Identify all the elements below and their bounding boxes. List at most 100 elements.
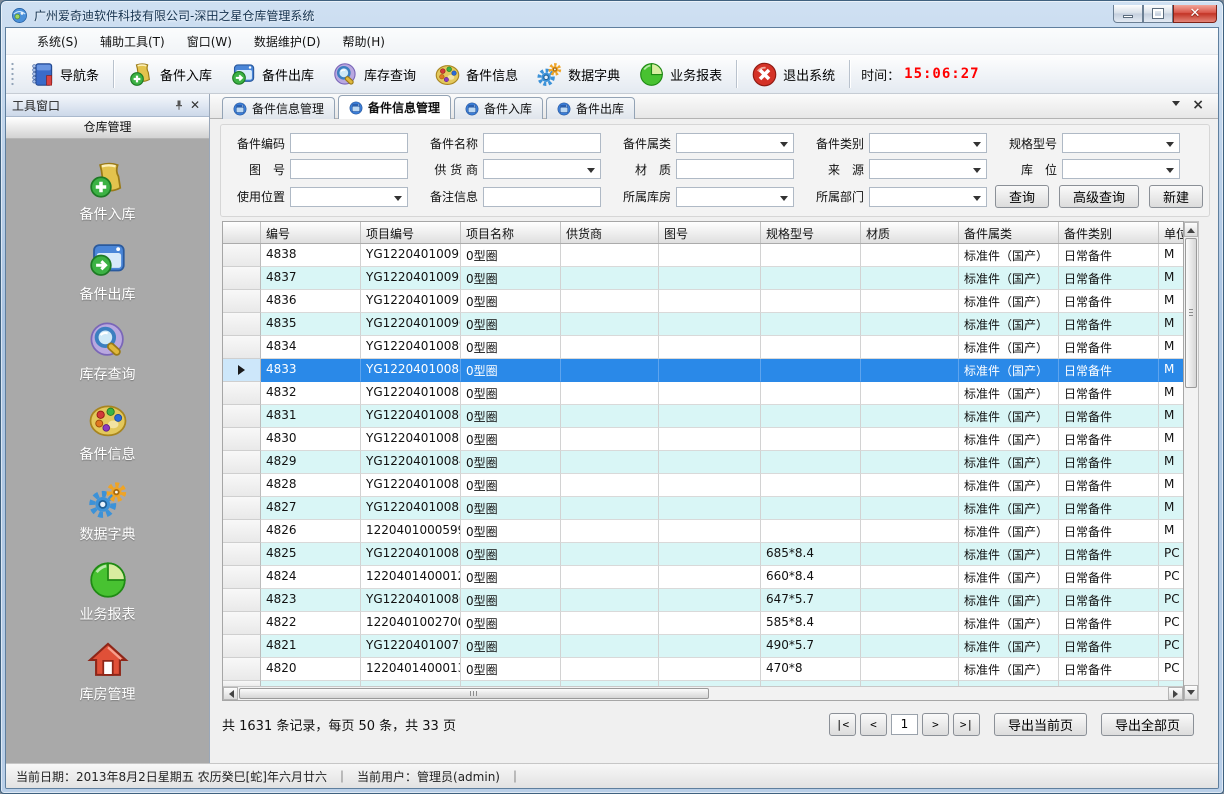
table-row-4829[interactable]: 4829YG122040100840型圈标准件（国产）日常备件M xyxy=(223,451,1183,474)
grid-header-category[interactable]: 备件类别 xyxy=(1059,222,1159,243)
table-row-4838[interactable]: 4838YG122040100930型圈标准件（国产）日常备件M xyxy=(223,244,1183,267)
toolbar-button-data-dict[interactable]: 数据字典 xyxy=(527,57,629,92)
grid-header-id[interactable]: 编号 xyxy=(261,222,361,243)
vertical-scroll-track[interactable] xyxy=(1184,389,1198,685)
next-page-button[interactable]: > xyxy=(922,713,949,736)
scroll-down-button[interactable] xyxy=(1184,685,1198,700)
sidebar-item-data-dict[interactable]: 数据字典 xyxy=(48,479,168,544)
sidebar-item-parts-info[interactable]: 备件信息 xyxy=(48,399,168,464)
toolbar-button-stock-out[interactable]: 备件出库 xyxy=(221,57,323,92)
toolbar-button-report[interactable]: 业务报表 xyxy=(629,57,731,92)
table-row-4833[interactable]: 4833YG122040100880型圈标准件（国产）日常备件M xyxy=(223,359,1183,382)
menu-item-help[interactable]: 帮助(H) xyxy=(332,29,396,54)
minimize-button[interactable] xyxy=(1113,5,1143,23)
sidebar-section-header[interactable]: 仓库管理 xyxy=(6,117,209,139)
cell-category: 日常备件 xyxy=(1059,612,1159,635)
horizontal-scroll-track[interactable] xyxy=(709,687,1168,700)
table-row-4820[interactable]: 482012204014000130型圈470*8标准件（国产）日常备件PC xyxy=(223,658,1183,681)
maximize-button[interactable] xyxy=(1143,5,1173,23)
scroll-right-button[interactable] xyxy=(1168,687,1183,700)
toolbar-button-stock-query[interactable]: 库存查询 xyxy=(323,57,425,92)
cell-project_name: 0型圈 xyxy=(461,313,561,336)
close-button[interactable]: ✕ xyxy=(1173,5,1217,23)
sidebar-item-stock-out[interactable]: 备件出库 xyxy=(48,239,168,304)
table-row-4832[interactable]: 4832YG122040100870型圈标准件（国产）日常备件M xyxy=(223,382,1183,405)
part-attr-dropdown[interactable] xyxy=(676,133,794,153)
source-dropdown[interactable] xyxy=(869,159,987,179)
supplier-dropdown[interactable] xyxy=(483,159,601,179)
cell-id: 4831 xyxy=(261,405,361,428)
location-dropdown[interactable] xyxy=(1062,159,1180,179)
table-row-4837[interactable]: 4837YG122040100920型圈标准件（国产）日常备件M xyxy=(223,267,1183,290)
pin-icon[interactable] xyxy=(171,97,187,113)
table-row-4821[interactable]: 4821YG122040100790型圈490*5.7标准件（国产）日常备件PC xyxy=(223,635,1183,658)
toolbar-button-exit[interactable]: 退出系统 xyxy=(742,57,844,92)
export-current-page-button[interactable]: 导出当前页 xyxy=(994,713,1087,736)
sidebar-title-bar: 工具窗口 ✕ xyxy=(6,94,209,117)
last-page-button[interactable]: >| xyxy=(953,713,980,736)
tab-close-icon[interactable]: × xyxy=(1192,98,1204,112)
table-row-4830[interactable]: 4830YG122040100850型圈标准件（国产）日常备件M xyxy=(223,428,1183,451)
advanced-query-button[interactable]: 高级查询 xyxy=(1059,185,1139,208)
tab-parts-info-mgmt-1[interactable]: 备件信息管理 xyxy=(222,97,335,119)
tab-stock-out[interactable]: 备件出库 xyxy=(546,97,635,119)
spec-model-dropdown[interactable] xyxy=(1062,133,1180,153)
app-icon[interactable] xyxy=(11,7,28,24)
toolbar-button-stock-in[interactable]: 备件入库 xyxy=(119,57,221,92)
table-row-4836[interactable]: 4836YG122040100910型圈标准件（国产）日常备件M xyxy=(223,290,1183,313)
table-row-4826[interactable]: 482612204010005990型圈标准件（国产）日常备件M xyxy=(223,520,1183,543)
drawing-no-input[interactable] xyxy=(290,159,408,179)
table-row-4822[interactable]: 482212204010027000型圈585*8.4标准件（国产）日常备件PC xyxy=(223,612,1183,635)
table-row-4827[interactable]: 4827YG122040100820型圈标准件（国产）日常备件M xyxy=(223,497,1183,520)
grid-header-spec[interactable]: 规格型号 xyxy=(761,222,861,243)
sidebar-item-warehouse-mgmt[interactable]: 库房管理 xyxy=(48,639,168,704)
grid-header-project_name[interactable]: 项目名称 xyxy=(461,222,561,243)
menu-item-data-maintain[interactable]: 数据维护(D) xyxy=(243,29,332,54)
grid-header-supplier[interactable]: 供货商 xyxy=(561,222,659,243)
remark-input[interactable] xyxy=(483,187,601,207)
query-button[interactable]: 查询 xyxy=(995,185,1049,208)
grid-header-unit[interactable]: 单位 xyxy=(1159,222,1184,243)
sidebar-item-stock-query[interactable]: 库存查询 xyxy=(48,319,168,384)
table-row-4825[interactable]: 4825YG122040100810型圈685*8.4标准件（国产）日常备件PC xyxy=(223,543,1183,566)
table-row-4831[interactable]: 4831YG122040100860型圈标准件（国产）日常备件M xyxy=(223,405,1183,428)
prev-page-button[interactable]: < xyxy=(860,713,887,736)
part-code-input[interactable] xyxy=(290,133,408,153)
table-row-4835[interactable]: 4835YG122040100900型圈标准件（国产）日常备件M xyxy=(223,313,1183,336)
part-name-input[interactable] xyxy=(483,133,601,153)
menu-item-aux-tools[interactable]: 辅助工具(T) xyxy=(89,29,176,54)
tab-list-dropdown-icon[interactable] xyxy=(1172,101,1180,110)
scroll-up-button[interactable] xyxy=(1184,222,1198,237)
toolbar-grip[interactable] xyxy=(10,61,15,87)
grid-header-material[interactable]: 材质 xyxy=(861,222,959,243)
table-row-4823[interactable]: 4823YG122040100800型圈647*5.7标准件（国产）日常备件PC xyxy=(223,589,1183,612)
grid-header-project_no[interactable]: 项目编号 xyxy=(361,222,461,243)
grid-header-attr[interactable]: 备件属类 xyxy=(959,222,1059,243)
part-category-dropdown[interactable] xyxy=(869,133,987,153)
grid-header-drawing_no[interactable]: 图号 xyxy=(659,222,761,243)
new-button[interactable]: 新建 xyxy=(1149,185,1203,208)
tab-parts-info-mgmt-2[interactable]: 备件信息管理 xyxy=(338,95,451,119)
cell-project_no: YG12204010086 xyxy=(361,405,461,428)
sidebar-item-stock-in[interactable]: 备件入库 xyxy=(48,159,168,224)
material-input[interactable] xyxy=(676,159,794,179)
department-dropdown[interactable] xyxy=(869,187,987,207)
toolbar-button-parts-info[interactable]: 备件信息 xyxy=(425,57,527,92)
scroll-left-button[interactable] xyxy=(223,687,238,700)
table-row-4824[interactable]: 482412204014000120型圈660*8.4标准件（国产）日常备件PC xyxy=(223,566,1183,589)
vertical-scroll-thumb[interactable] xyxy=(1185,238,1197,388)
sidebar-close-icon[interactable]: ✕ xyxy=(187,97,203,113)
page-number-input[interactable] xyxy=(891,714,918,735)
horizontal-scroll-thumb[interactable] xyxy=(239,688,709,699)
menu-item-system[interactable]: 系统(S) xyxy=(26,29,89,54)
use-position-dropdown[interactable] xyxy=(290,187,408,207)
toolbar-button-navbar[interactable]: 导航条 xyxy=(19,57,108,92)
first-page-button[interactable]: |< xyxy=(829,713,856,736)
tab-stock-in[interactable]: 备件入库 xyxy=(454,97,543,119)
export-all-pages-button[interactable]: 导出全部页 xyxy=(1101,713,1194,736)
menu-item-window[interactable]: 窗口(W) xyxy=(176,29,243,54)
table-row-4834[interactable]: 4834YG122040100890型圈标准件（国产）日常备件M xyxy=(223,336,1183,359)
sidebar-item-report[interactable]: 业务报表 xyxy=(48,559,168,624)
table-row-4828[interactable]: 4828YG122040100830型圈标准件（国产）日常备件M xyxy=(223,474,1183,497)
warehouse-dropdown[interactable] xyxy=(676,187,794,207)
